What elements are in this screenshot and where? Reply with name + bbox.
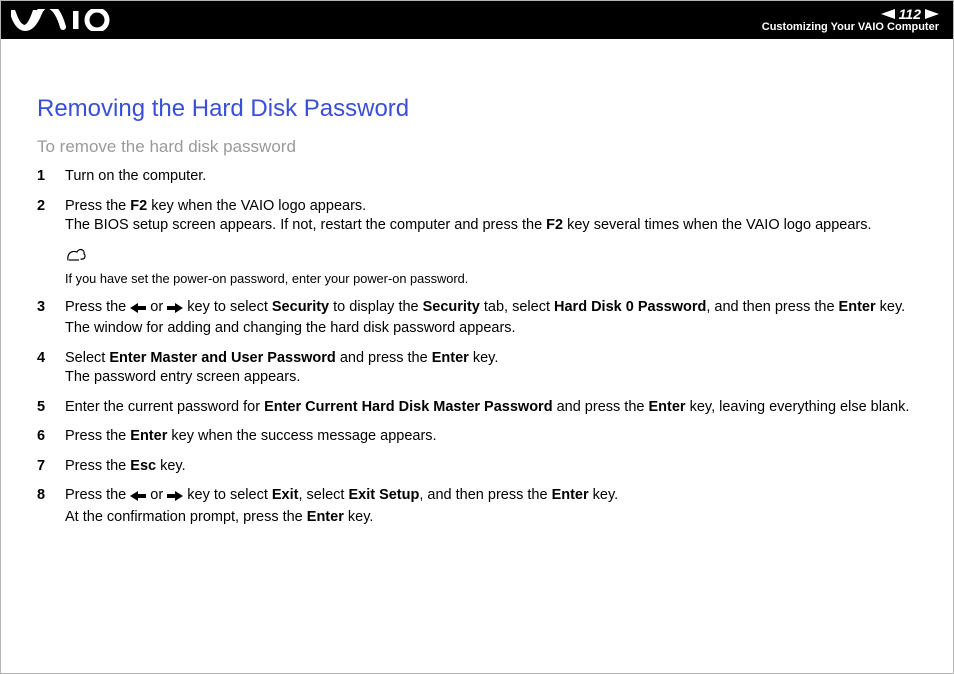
main-content: Removing the Hard Disk Password To remov… xyxy=(1,39,953,528)
step-text: Enter the current password for xyxy=(65,399,264,415)
vaio-logo xyxy=(11,9,115,31)
bold-text: Enter xyxy=(648,399,685,415)
note-icon xyxy=(65,246,87,269)
step-body: Turn on the computer. xyxy=(65,167,917,187)
step-text: , and then press the xyxy=(419,487,551,503)
step-text: At the confirmation prompt, press the xyxy=(65,509,307,525)
right-arrow-icon xyxy=(167,488,183,508)
step-text: key. xyxy=(156,458,186,474)
prev-page-arrow-icon[interactable] xyxy=(881,9,895,19)
step-text: The password entry screen appears. xyxy=(65,369,300,385)
step-text: key. xyxy=(469,350,499,366)
step-body: Press the Esc key. xyxy=(65,457,917,477)
step-number: 3 xyxy=(37,298,65,318)
step-text: key. xyxy=(876,299,906,315)
step-text: The window for adding and changing the h… xyxy=(65,320,516,336)
step: 2Press the F2 key when the VAIO logo app… xyxy=(37,197,917,288)
step-text: Press the xyxy=(65,299,130,315)
step-number: 4 xyxy=(37,349,65,369)
step-text: Select xyxy=(65,350,109,366)
step-number: 2 xyxy=(37,197,65,217)
page-title: Removing the Hard Disk Password xyxy=(37,95,917,123)
note-text: If you have set the power-on password, e… xyxy=(65,270,917,287)
step: 1Turn on the computer. xyxy=(37,167,917,187)
step: 3Press the or key to select Security to … xyxy=(37,298,917,339)
step-text: and press the xyxy=(553,399,649,415)
step-body: Press the or key to select Security to d… xyxy=(65,298,917,339)
bold-text: Enter Master and User Password xyxy=(109,350,335,366)
steps-list: 1Turn on the computer.2Press the F2 key … xyxy=(37,167,917,528)
header-bar: 112 Customizing Your VAIO Computer xyxy=(1,1,953,39)
step-text: or xyxy=(146,299,167,315)
bold-text: Enter xyxy=(432,350,469,366)
step-body: Press the or key to select Exit, select … xyxy=(65,486,917,527)
section-title: Customizing Your VAIO Computer xyxy=(762,22,939,33)
step-body: Select Enter Master and User Password an… xyxy=(65,349,917,388)
bold-text: Exit xyxy=(272,487,299,503)
step-text: key. xyxy=(344,509,374,525)
step-text: Press the xyxy=(65,458,130,474)
step-text: or xyxy=(146,487,167,503)
step-text: Turn on the computer. xyxy=(65,168,206,184)
step-text: The BIOS setup screen appears. If not, r… xyxy=(65,217,546,233)
step-text: tab, select xyxy=(480,299,554,315)
step-text: key several times when the VAIO logo app… xyxy=(563,217,871,233)
bold-text: Esc xyxy=(130,458,156,474)
page-subtitle: To remove the hard disk password xyxy=(37,137,917,157)
step: 4Select Enter Master and User Password a… xyxy=(37,349,917,388)
step-text: key, leaving everything else blank. xyxy=(686,399,910,415)
bold-text: Exit Setup xyxy=(348,487,419,503)
left-arrow-icon xyxy=(130,300,146,320)
bold-text: F2 xyxy=(546,217,563,233)
bold-text: Enter xyxy=(552,487,589,503)
page-number: 112 xyxy=(899,7,921,21)
step-number: 1 xyxy=(37,167,65,187)
bold-text: Hard Disk 0 Password xyxy=(554,299,706,315)
step-text: , and then press the xyxy=(706,299,838,315)
step-text: Press the xyxy=(65,428,130,444)
step-text: key to select xyxy=(183,299,272,315)
note: If you have set the power-on password, e… xyxy=(65,246,917,288)
page-number-row: 112 xyxy=(881,7,939,21)
bold-text: Enter xyxy=(839,299,876,315)
step: 6Press the Enter key when the success me… xyxy=(37,427,917,447)
step-text: , select xyxy=(298,487,348,503)
step-number: 7 xyxy=(37,457,65,477)
left-arrow-icon xyxy=(130,488,146,508)
step-body: Press the F2 key when the VAIO logo appe… xyxy=(65,197,917,288)
right-arrow-icon xyxy=(167,300,183,320)
header-meta: 112 Customizing Your VAIO Computer xyxy=(762,7,939,33)
step-text: Press the xyxy=(65,487,130,503)
step: 5Enter the current password for Enter Cu… xyxy=(37,398,917,418)
bold-text: F2 xyxy=(130,198,147,214)
step-text: key when the VAIO logo appears. xyxy=(147,198,366,214)
bold-text: Enter xyxy=(130,428,167,444)
step-text: Press the xyxy=(65,198,130,214)
bold-text: Enter Current Hard Disk Master Password xyxy=(264,399,552,415)
next-page-arrow-icon[interactable] xyxy=(925,9,939,19)
step-number: 8 xyxy=(37,486,65,506)
step-number: 5 xyxy=(37,398,65,418)
bold-text: Security xyxy=(423,299,480,315)
step: 7Press the Esc key. xyxy=(37,457,917,477)
bold-text: Security xyxy=(272,299,329,315)
step-body: Press the Enter key when the success mes… xyxy=(65,427,917,447)
step: 8Press the or key to select Exit, select… xyxy=(37,486,917,527)
step-body: Enter the current password for Enter Cur… xyxy=(65,398,917,418)
step-number: 6 xyxy=(37,427,65,447)
step-text: and press the xyxy=(336,350,432,366)
page-container: 112 Customizing Your VAIO Computer Remov… xyxy=(0,0,954,674)
step-text: key to select xyxy=(183,487,272,503)
step-text: key. xyxy=(589,487,619,503)
bold-text: Enter xyxy=(307,509,344,525)
step-text: to display the xyxy=(329,299,423,315)
step-text: key when the success message appears. xyxy=(167,428,436,444)
